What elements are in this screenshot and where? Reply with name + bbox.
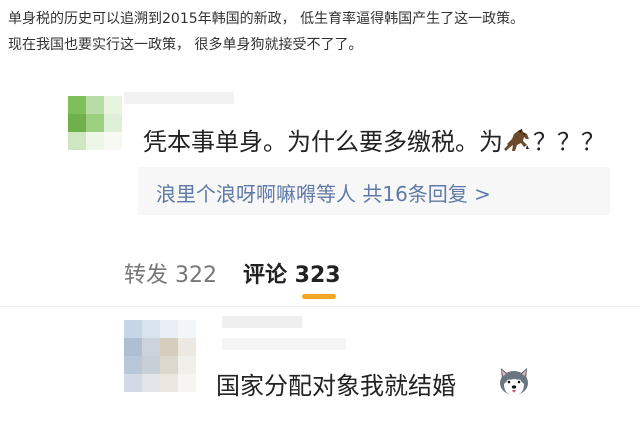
username-2[interactable] <box>222 316 302 328</box>
username[interactable] <box>124 92 234 104</box>
view-replies-link[interactable]: 浪里个浪呀啊嘛嘚等人 共16条回复 > <box>156 178 491 207</box>
tab-repost[interactable]: 转发 322 <box>124 263 217 288</box>
article-intro: 单身税的历史可以追溯到2015年韩国的新政， 低生育率逼得韩国产生了这一政策。 … <box>8 6 632 58</box>
active-tab-indicator <box>302 294 336 299</box>
horse-icon <box>503 127 533 159</box>
avatar[interactable] <box>68 96 122 150</box>
article-line-1: 单身税的历史可以追溯到2015年韩国的新政， 低生育率逼得韩国产生了这一政策。 <box>8 11 525 27</box>
comment-text-before: 凭本事单身。为什么要多缴税。为 <box>143 128 503 156</box>
divider <box>0 306 640 307</box>
replies-box[interactable]: 浪里个浪呀啊嘛嘚等人 共16条回复 > <box>138 167 610 215</box>
avatar-2[interactable] <box>124 320 196 392</box>
username-2-extra <box>222 338 346 350</box>
comment-2-text: 国家分配对象我就结婚 <box>216 372 456 400</box>
comment-text: 凭本事单身。为什么要多缴税。为 ？？？ <box>143 122 605 159</box>
husky-icon <box>496 364 532 402</box>
comment-tabs: 转发 322 评论 323 <box>124 257 341 289</box>
article-line-2: 现在我国也要实行这一政策， 很多单身狗就接受不了了。 <box>8 37 363 53</box>
comment-text-after: ？？？ <box>533 128 605 156</box>
tab-comment[interactable]: 评论 323 <box>243 263 341 288</box>
weibo-screenshot: 凭本事单身。为什么要多缴税。为 ？？？ 浪里个浪呀啊嘛嘚等人 共16条回复 > … <box>0 82 640 426</box>
